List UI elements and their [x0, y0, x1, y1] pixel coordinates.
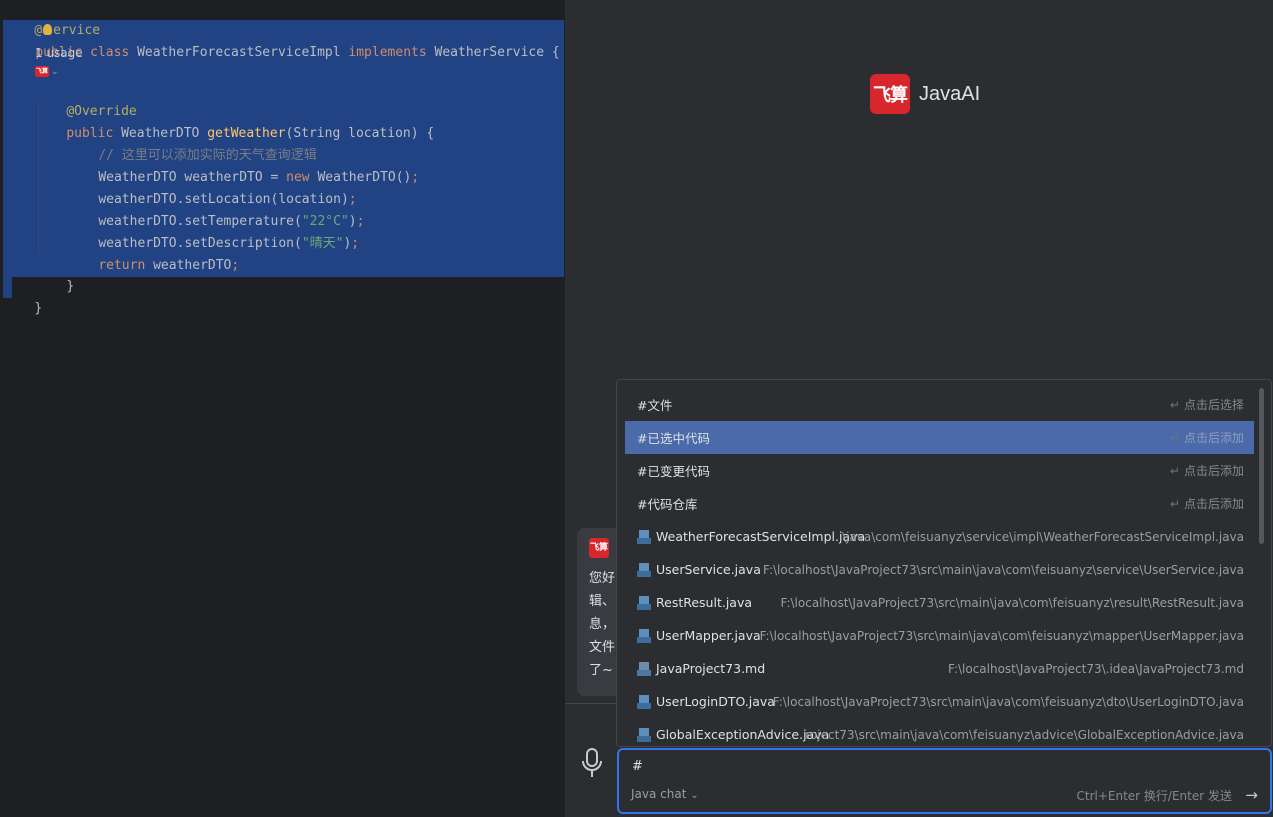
chat-input[interactable]: # — [632, 759, 643, 774]
popup-item-file[interactable]: #文件 ↵ 点击后选择 — [625, 388, 1254, 421]
welcome-message-text: 您好 辑、 息， 文件 了~ — [589, 567, 615, 682]
popup-item-label: #已选中代码 — [637, 431, 710, 446]
feisuan-logo-icon: 飞算 — [870, 74, 910, 114]
code-line-override[interactable]: @Override — [35, 79, 136, 119]
file-path: F:\localhost\JavaProject73\src\main\java… — [772, 694, 1244, 709]
file-name: UserMapper.java — [656, 628, 761, 643]
kw-class: class — [90, 45, 130, 60]
java-file-icon — [637, 595, 651, 610]
feisuan-logo-icon: 飞算 — [35, 66, 49, 77]
popup-item-label: #已变更代码 — [637, 464, 710, 479]
brace: { — [551, 45, 560, 60]
brace: } — [34, 301, 43, 316]
enter-key-icon: ↵ — [1169, 398, 1180, 412]
javaai-panel: 飞算 JavaAI 飞算 您好 辑、 息， 文件 了~ #文件 ↵ 点击后选择 #… — [565, 0, 1273, 817]
file-name: GlobalExceptionAdvice.java — [656, 727, 830, 742]
hint-text: 点击后选择 — [1183, 398, 1244, 412]
code-line-close-class[interactable]: } — [3, 276, 42, 316]
popup-file-item[interactable]: JavaProject73.md F:\localhost\JavaProjec… — [625, 652, 1254, 685]
code-line-set-location[interactable]: weatherDTO.setLocation(location); — [67, 167, 356, 207]
semicolon: ; — [231, 258, 240, 273]
semicolon: ; — [351, 236, 360, 251]
popup-file-item[interactable]: GlobalExceptionAdvice.java roject73\src\… — [625, 718, 1254, 746]
brand-name: JavaAI — [919, 82, 981, 105]
popup-item-label: #代码仓库 — [637, 497, 698, 512]
java-file-icon — [637, 628, 651, 643]
code-line-method[interactable]: public WeatherDTO getWeather(String loca… — [35, 101, 434, 141]
kw-implements: implements — [348, 45, 427, 60]
enter-key-icon: ↵ — [1169, 431, 1180, 445]
microphone-icon[interactable] — [580, 747, 604, 779]
class-name: WeatherForecastServiceImpl — [137, 45, 341, 60]
file-path: F:\localhost\JavaProject73\src\main\java… — [759, 628, 1244, 643]
file-path: \java\com\feisuanyz\service\impl\Weather… — [842, 529, 1244, 544]
feisuan-logo-icon: 飞算 — [589, 538, 609, 558]
popup-item-hint: ↵ 点击后添加 — [1170, 495, 1244, 512]
popup-item-hint: ↵ 点击后添加 — [1170, 429, 1244, 446]
context-reference-popup[interactable]: #文件 ↵ 点击后选择 #已选中代码 ↵ 点击后添加 #已变更代码 ↵ 点击后添加 #… — [616, 379, 1272, 747]
welcome-line: 息， — [589, 617, 616, 632]
model-select-label: Java chat — [631, 787, 687, 801]
welcome-line: 辑、 — [589, 594, 616, 609]
code-line-new[interactable]: WeatherDTO weatherDTO = new WeatherDTO()… — [67, 145, 419, 185]
enter-key-icon: ↵ — [1169, 464, 1180, 478]
chat-input-box[interactable]: # Java chat ⌄ Ctrl+Enter 换行/Enter 发送 → — [617, 748, 1272, 814]
code-line-return[interactable]: return weatherDTO; — [67, 233, 239, 273]
code-line-comment[interactable]: // 这里可以添加实际的天气查询逻辑 — [67, 123, 316, 163]
code-line-1[interactable]: @ ervice — [3, 0, 100, 38]
hint-text: 点击后添加 — [1183, 497, 1244, 511]
file-name: JavaProject73.md — [656, 661, 766, 676]
popup-item-changed-code[interactable]: #已变更代码 ↵ 点击后添加 — [625, 454, 1254, 487]
chevron-down-icon: ⌄ — [690, 790, 699, 801]
usage-hint[interactable]: 1 usage — [35, 46, 83, 60]
java-file-icon — [637, 694, 651, 709]
model-select[interactable]: Java chat ⌄ — [631, 787, 699, 801]
chevron-down-icon: ⌄ — [51, 66, 59, 77]
code-line-set-temperature[interactable]: weatherDTO.setTemperature("22°C"); — [67, 189, 364, 229]
file-path: F:\localhost\JavaProject73\src\main\java… — [780, 595, 1245, 610]
java-file-icon — [637, 529, 651, 544]
popup-scrollbar[interactable] — [1259, 388, 1264, 544]
popup-item-label: #文件 — [637, 398, 673, 413]
string-literal: "晴天" — [301, 236, 344, 251]
popup-file-item[interactable]: RestResult.java F:\localhost\JavaProject… — [625, 586, 1254, 619]
arrow-right-icon[interactable]: → — [1245, 786, 1258, 804]
popup-file-item[interactable]: UserLoginDTO.java F:\localhost\JavaProje… — [625, 685, 1254, 718]
file-name: UserLoginDTO.java — [656, 694, 775, 709]
feisuan-gutter-action[interactable]: 飞算 ⌄ — [35, 64, 59, 78]
welcome-line: 了~ — [589, 663, 613, 678]
markdown-file-icon — [637, 661, 651, 676]
welcome-line: 您好 — [589, 571, 616, 586]
brand-header: 飞算 JavaAI — [870, 74, 980, 114]
java-file-icon — [637, 562, 651, 577]
file-path: F:\localhost\JavaProject73\src\main\java… — [762, 562, 1244, 577]
brace: } — [66, 279, 75, 294]
popup-file-item[interactable]: WeatherForecastServiceImpl.java \java\co… — [625, 520, 1254, 553]
file-path: roject73\src\main\java\com\feisuanyz\adv… — [805, 727, 1244, 742]
popup-file-item[interactable]: UserService.java F:\localhost\JavaProjec… — [625, 553, 1254, 586]
interface-name: WeatherService — [434, 45, 545, 60]
code-line-close-method[interactable]: } — [35, 254, 74, 294]
code-line-2[interactable]: public class WeatherForecastServiceImpl … — [4, 20, 559, 60]
popup-item-repository[interactable]: #代码仓库 ↵ 点击后添加 — [625, 487, 1254, 520]
popup-item-hint: ↵ 点击后选择 — [1170, 396, 1244, 413]
file-name: WeatherForecastServiceImpl.java — [656, 529, 866, 544]
send-hint: Ctrl+Enter 换行/Enter 发送 — [1076, 789, 1233, 803]
hint-text: 点击后添加 — [1183, 431, 1244, 445]
code-editor[interactable]: @ ervice public class WeatherForecastServ… — [0, 0, 565, 817]
kw-return: return — [98, 258, 146, 273]
popup-item-hint: ↵ 点击后添加 — [1170, 462, 1244, 479]
file-name: UserService.java — [656, 562, 761, 577]
enter-key-icon: ↵ — [1169, 497, 1180, 511]
welcome-line: 文件 — [589, 640, 616, 655]
code-text: weatherDTO — [145, 258, 232, 273]
hint-text: 点击后添加 — [1183, 464, 1244, 478]
code-line-set-description[interactable]: weatherDTO.setDescription("晴天"); — [67, 211, 359, 251]
file-path: F:\localhost\JavaProject73\.idea\JavaPro… — [947, 661, 1244, 676]
file-name: RestResult.java — [656, 595, 753, 610]
semicolon: ; — [411, 170, 420, 185]
java-file-icon — [637, 727, 651, 742]
popup-item-selected-code[interactable]: #已选中代码 ↵ 点击后添加 — [625, 421, 1254, 454]
popup-file-item[interactable]: UserMapper.java F:\localhost\JavaProject… — [625, 619, 1254, 652]
